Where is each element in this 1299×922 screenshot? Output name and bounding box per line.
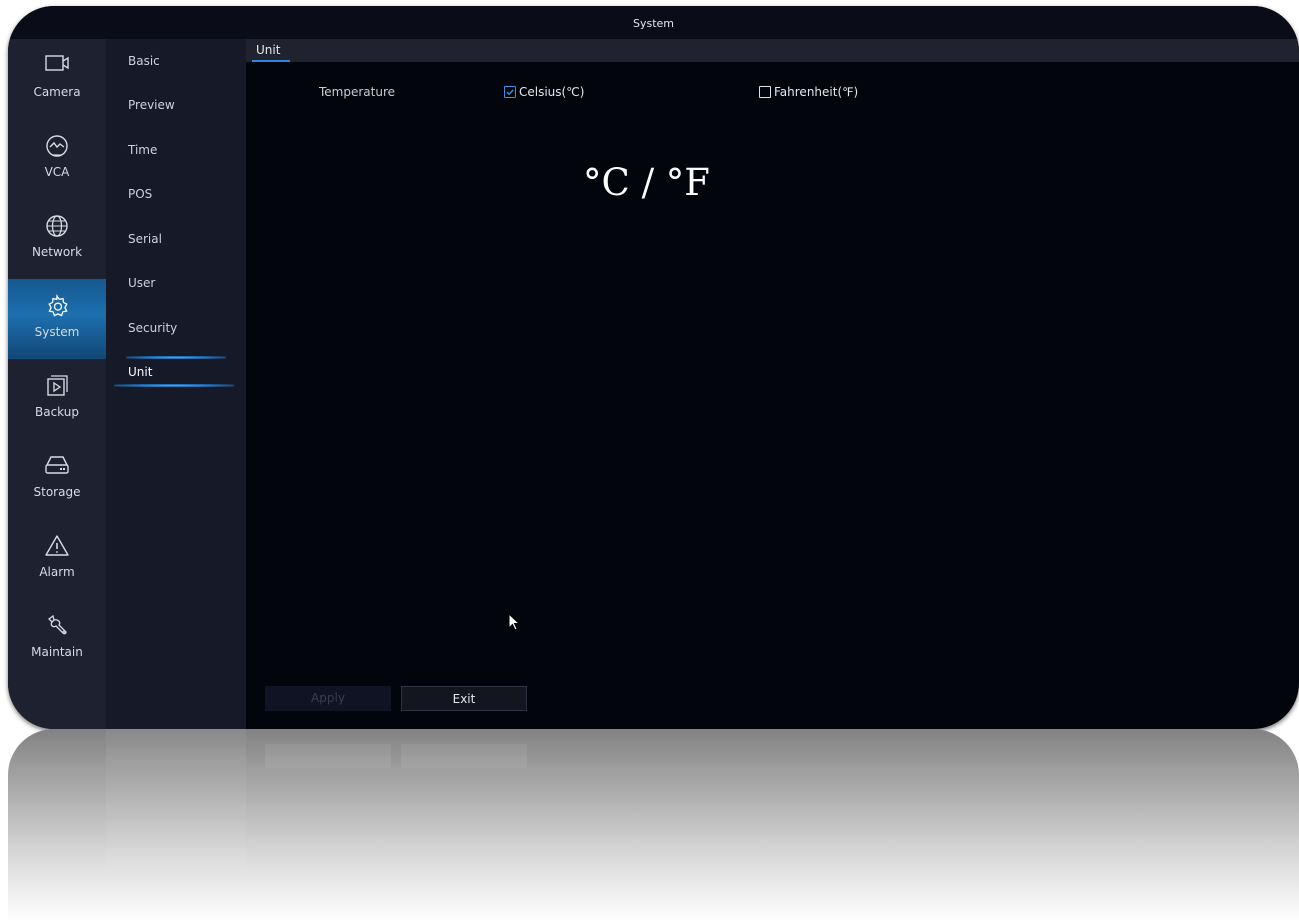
reflection-exit-ghost [401,744,527,768]
submenu-item-user[interactable]: User [128,276,155,290]
mouse-cursor-icon [508,613,521,631]
reflection-submenu-ghost [106,729,246,869]
vca-icon [8,133,106,159]
alarm-icon [8,533,106,559]
tab-bar: Unit [246,39,1299,62]
gear-icon [8,293,106,319]
nav-item-alarm[interactable]: Alarm [8,519,106,599]
fahrenheit-label[interactable]: Fahrenheit(℉) [774,85,858,99]
nav-label-vca: VCA [44,165,70,179]
nav-label-camera: Camera [33,85,81,99]
title-bar: System [8,6,1299,39]
unit-overlay-text: °C / °F [583,161,710,204]
nav-label-network: Network [31,245,83,259]
backup-icon [8,373,106,399]
nav-item-network[interactable]: Network [8,199,106,279]
nav-item-storage[interactable]: Storage [8,439,106,519]
submenu-item-preview[interactable]: Preview [128,98,175,112]
nav-label-alarm: Alarm [39,565,75,579]
submenu-item-serial[interactable]: Serial [128,232,162,246]
submenu-item-basic[interactable]: Basic [128,54,160,68]
tab-unit[interactable]: Unit [256,43,280,57]
storage-icon [8,453,106,479]
wrench-icon [8,613,106,639]
nvr-screen: System Camera VCA Network System Backup … [8,6,1299,729]
nav-label-system: System [34,325,80,339]
apply-button[interactable]: Apply [265,686,391,711]
nav-label-backup: Backup [35,405,79,419]
main-nav: Camera VCA Network System Backup Storage… [8,39,106,729]
temperature-label: Temperature [319,85,396,99]
submenu-item-time[interactable]: Time [128,143,157,157]
celsius-checkbox[interactable] [504,86,516,98]
globe-icon [8,213,106,239]
nav-item-maintain[interactable]: Maintain [8,599,106,679]
celsius-label[interactable]: Celsius(℃) [519,85,584,99]
nav-item-backup[interactable]: Backup [8,359,106,439]
nav-item-vca[interactable]: VCA [8,119,106,199]
fahrenheit-checkbox[interactable] [759,86,771,98]
exit-button[interactable]: Exit [401,686,527,711]
tab-underline [252,60,290,62]
reflection-apply-ghost [265,744,391,768]
nav-label-storage: Storage [33,485,81,499]
nav-label-maintain: Maintain [31,645,83,659]
screen-reflection [8,729,1299,922]
submenu-item-security[interactable]: Security [128,321,177,335]
selection-glow-bottom [114,384,234,387]
nav-item-system[interactable]: System [8,279,106,359]
submenu-item-pos[interactable]: POS [128,187,152,201]
selection-glow-top [126,356,226,359]
nav-item-camera[interactable]: Camera [8,39,106,119]
submenu-item-unit[interactable]: Unit [128,365,152,379]
camera-icon [8,53,106,79]
check-icon [506,89,514,96]
window-title: System [632,17,675,30]
